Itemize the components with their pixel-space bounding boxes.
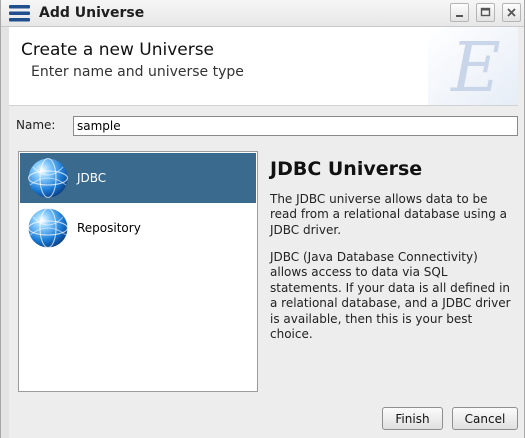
close-button[interactable] <box>502 3 521 22</box>
list-item-jdbc[interactable]: JDBC <box>20 153 256 203</box>
finish-button[interactable]: Finish <box>382 407 443 430</box>
name-input[interactable] <box>73 116 518 136</box>
minimize-icon <box>456 15 463 17</box>
page-title: Create a new Universe <box>21 40 215 60</box>
svg-text:E: E <box>449 29 501 106</box>
maximize-button[interactable] <box>476 3 495 22</box>
window-title: Add Universe <box>39 5 145 21</box>
page-subtitle: Enter name and universe type <box>31 64 244 80</box>
globe-icon <box>27 207 69 249</box>
banner-watermark: E <box>428 27 518 106</box>
list-item-repository[interactable]: Repository <box>20 203 256 253</box>
description-paragraph: The JDBC universe allows data to be read… <box>270 192 508 237</box>
wizard-header: Create a new Universe Enter name and uni… <box>9 27 518 106</box>
description-paragraph: JDBC (Java Database Connectivity) allows… <box>270 250 511 342</box>
cancel-button[interactable]: Cancel <box>452 407 518 430</box>
list-item-label: JDBC <box>77 171 107 185</box>
window-edge <box>1 27 9 438</box>
description-title: JDBC Universe <box>270 158 423 180</box>
app-logo-icon <box>9 5 30 22</box>
close-icon <box>507 8 516 17</box>
name-label: Name: <box>16 118 56 132</box>
maximize-icon <box>480 7 491 17</box>
universe-type-list[interactable]: JDBC Repository <box>18 151 258 392</box>
title-bar[interactable]: Add Universe <box>1 0 524 27</box>
minimize-button[interactable] <box>450 3 469 22</box>
add-universe-dialog: Add Universe Create a new Universe Enter… <box>0 0 525 438</box>
list-item-label: Repository <box>77 221 141 235</box>
globe-icon <box>27 157 69 199</box>
